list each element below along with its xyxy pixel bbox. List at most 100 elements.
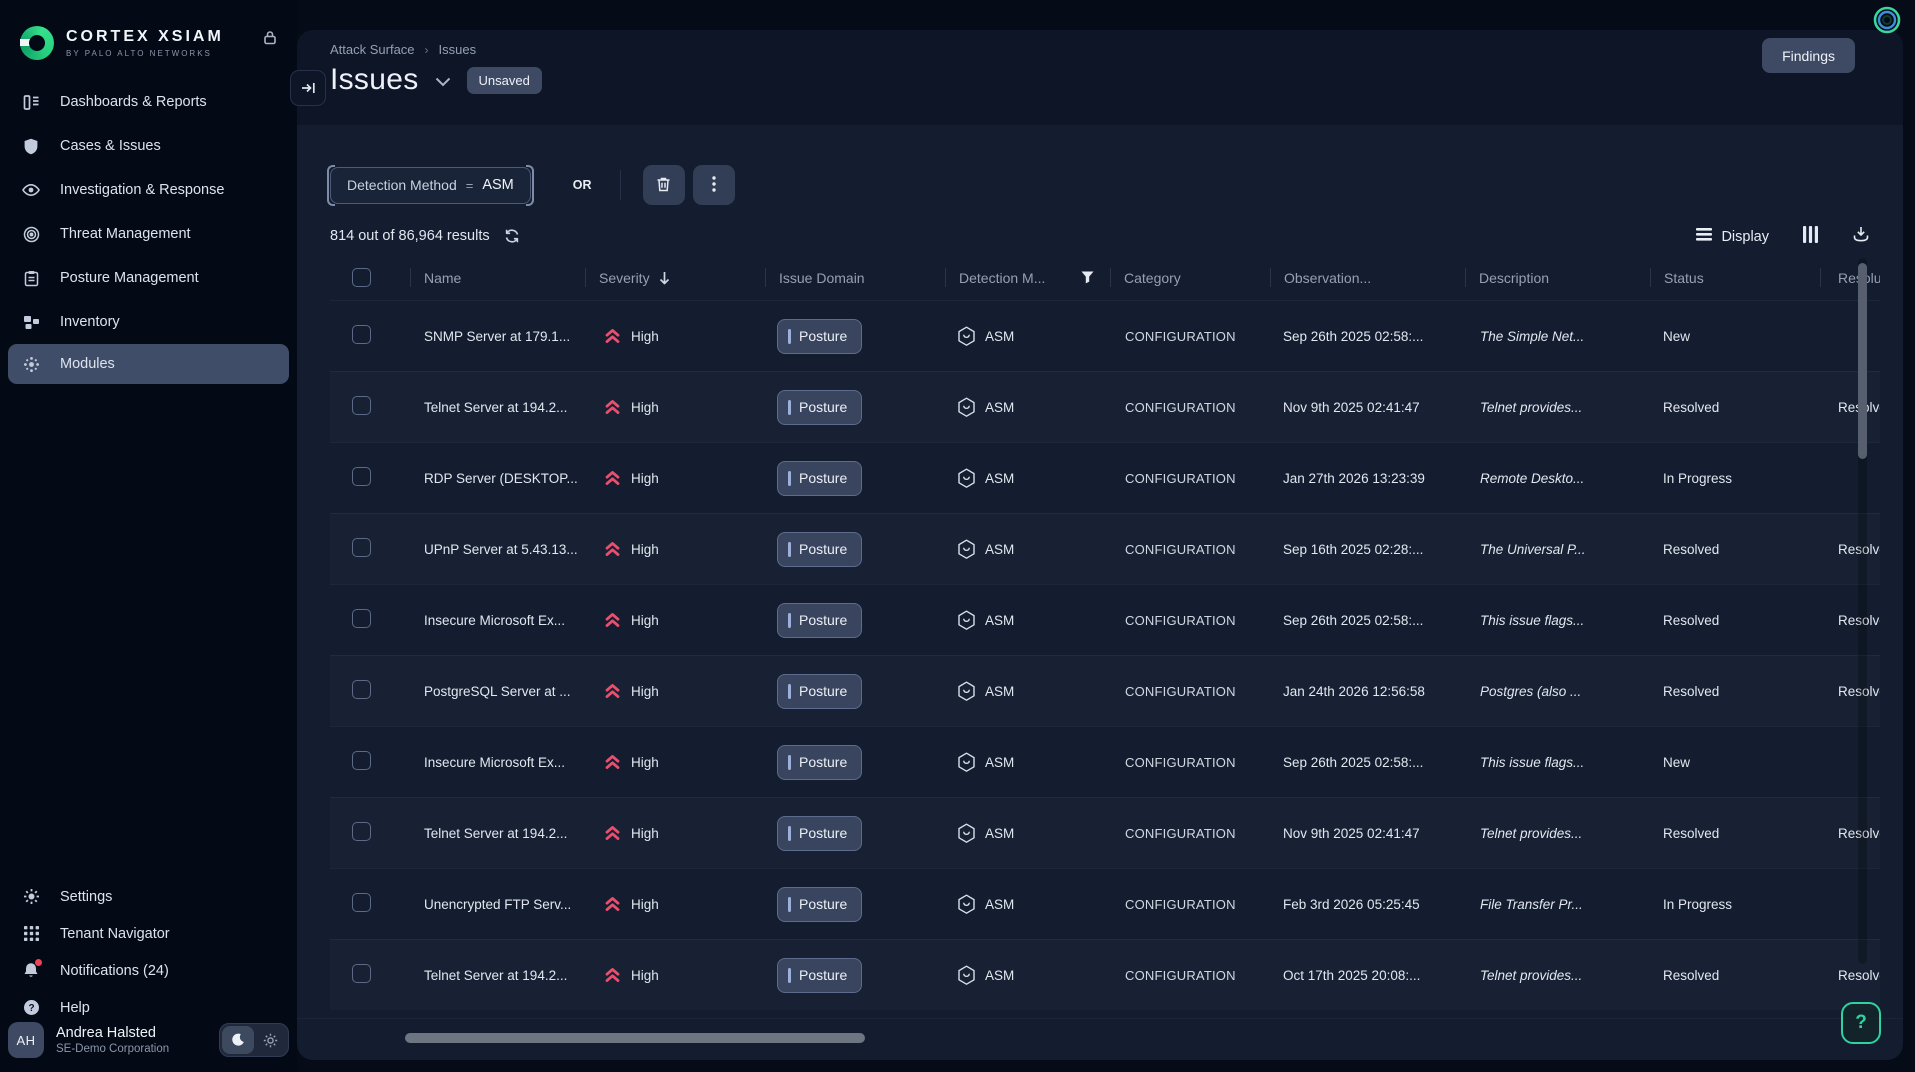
description-text: Postgres (also ... xyxy=(1480,684,1650,699)
column-header-category[interactable]: Category xyxy=(1110,255,1270,300)
sidebar-item-tenant-navigator[interactable]: Tenant Navigator xyxy=(0,915,297,952)
row-checkbox[interactable] xyxy=(352,751,371,770)
lock-icon xyxy=(263,30,277,50)
issue-name: RDP Server (DESKTOP... xyxy=(424,471,585,486)
filter-connector[interactable]: OR xyxy=(573,178,592,192)
severity-label: High xyxy=(631,684,659,699)
page-title: Issues xyxy=(330,63,419,97)
row-checkbox[interactable] xyxy=(352,893,371,912)
filter-field: Detection Method xyxy=(347,177,457,193)
theme-toggle[interactable] xyxy=(219,1023,289,1057)
horizontal-scrollbar-thumb[interactable] xyxy=(405,1033,865,1043)
filter-funnel-icon[interactable] xyxy=(1081,271,1094,284)
select-all-checkbox[interactable] xyxy=(352,268,371,287)
delete-filter-button[interactable] xyxy=(643,165,685,205)
breadcrumb-issues[interactable]: Issues xyxy=(439,42,477,57)
row-checkbox[interactable] xyxy=(352,822,371,841)
issue-name: PostgreSQL Server at ... xyxy=(424,684,585,699)
brand: CORTEX XSIAM BY PALO ALTO NETWORKS xyxy=(20,26,224,60)
status-label: New xyxy=(1663,329,1820,344)
row-checkbox[interactable] xyxy=(352,609,371,628)
refresh-icon[interactable] xyxy=(504,228,520,244)
asm-hexagon-icon xyxy=(957,965,976,986)
sidebar-item-help[interactable]: ? Help xyxy=(0,989,297,1026)
row-checkbox[interactable] xyxy=(352,396,371,415)
table-row[interactable]: SNMP Server at 179.1... High Posture ASM… xyxy=(330,300,1880,371)
vertical-scrollbar-thumb[interactable] xyxy=(1858,263,1867,459)
column-header-resolution[interactable]: Resolution xyxy=(1820,255,1880,300)
row-checkbox[interactable] xyxy=(352,325,371,344)
column-header-issue-domain[interactable]: Issue Domain xyxy=(765,255,945,300)
recorder-rings-icon xyxy=(1872,5,1902,40)
filter-value: ASM xyxy=(482,177,513,193)
asm-hexagon-icon xyxy=(957,823,976,844)
severity-label: High xyxy=(631,400,659,415)
column-header-name[interactable]: Name xyxy=(410,255,585,300)
sidebar-item-cases-issues[interactable]: Cases & Issues xyxy=(0,124,297,168)
table-row[interactable]: Insecure Microsoft Ex... High Posture AS… xyxy=(330,584,1880,655)
severity-high-icon xyxy=(604,541,621,557)
light-mode-sun-icon[interactable] xyxy=(254,1026,286,1054)
chevron-down-icon[interactable] xyxy=(435,74,451,92)
shield-alert-icon xyxy=(22,137,40,155)
table-row[interactable]: Telnet Server at 194.2... High Posture A… xyxy=(330,371,1880,442)
columns-button[interactable] xyxy=(1803,226,1818,248)
table-row[interactable]: Telnet Server at 194.2... High Posture A… xyxy=(330,939,1880,1010)
row-checkbox[interactable] xyxy=(352,538,371,557)
download-button[interactable] xyxy=(1852,225,1870,248)
row-checkbox[interactable] xyxy=(352,680,371,699)
description-text: This issue flags... xyxy=(1480,613,1650,628)
dark-mode-moon-icon[interactable] xyxy=(222,1026,254,1054)
severity-high-icon xyxy=(604,967,621,983)
collapse-panel-button[interactable] xyxy=(290,70,326,106)
column-header-detection-method[interactable]: Detection M... xyxy=(945,255,1110,300)
table-row[interactable]: Insecure Microsoft Ex... High Posture AS… xyxy=(330,726,1880,797)
observation-timestamp: Nov 9th 2025 02:41:47 xyxy=(1283,400,1465,415)
sidebar-item-modules[interactable]: Modules xyxy=(8,344,289,384)
table-row[interactable]: Telnet Server at 194.2... High Posture A… xyxy=(330,797,1880,868)
severity-label: High xyxy=(631,755,659,770)
table-row[interactable]: RDP Server (DESKTOP... High Posture ASM … xyxy=(330,442,1880,513)
category-label: CONFIGURATION xyxy=(1125,897,1270,912)
category-label: CONFIGURATION xyxy=(1125,471,1270,486)
avatar[interactable]: AH xyxy=(8,1022,44,1058)
user-row[interactable]: AH Andrea Halsted SE-Demo Corporation xyxy=(8,1022,289,1058)
issue-domain-badge: Posture xyxy=(777,887,862,922)
title-row: Issues Unsaved xyxy=(330,63,542,97)
table-row[interactable]: UPnP Server at 5.43.13... High Posture A… xyxy=(330,513,1880,584)
sidebar-item-dashboards-reports[interactable]: Dashboards & Reports xyxy=(0,80,297,124)
horizontal-scrollbar[interactable] xyxy=(297,1018,1903,1060)
sort-descending-icon[interactable] xyxy=(659,271,670,285)
column-header-severity[interactable]: Severity xyxy=(585,255,765,300)
detection-method-label: ASM xyxy=(985,400,1014,415)
filter-chip-detection-method[interactable]: Detection Method = ASM xyxy=(330,167,531,204)
sidebar-item-investigation-response[interactable]: Investigation & Response xyxy=(0,168,297,212)
detection-method-label: ASM xyxy=(985,897,1014,912)
help-circle-icon: ? xyxy=(22,999,40,1017)
sidebar-item-label: Notifications (24) xyxy=(60,963,169,979)
sidebar-item-inventory[interactable]: Inventory xyxy=(0,300,297,344)
help-fab-button[interactable]: ? xyxy=(1841,1002,1881,1044)
sidebar-item-posture-management[interactable]: Posture Management xyxy=(0,256,297,300)
table-row[interactable]: PostgreSQL Server at ... High Posture AS… xyxy=(330,655,1880,726)
breadcrumb-attack-surface[interactable]: Attack Surface xyxy=(330,42,415,57)
display-button[interactable]: Display xyxy=(1696,228,1769,245)
sidebar-item-threat-management[interactable]: Threat Management xyxy=(0,212,297,256)
app-root: CORTEX XSIAM BY PALO ALTO NETWORKS Dashb… xyxy=(0,0,1915,1072)
issue-domain-badge: Posture xyxy=(777,674,862,709)
vertical-scrollbar[interactable] xyxy=(1858,258,1867,964)
bell-icon xyxy=(22,962,40,980)
row-checkbox[interactable] xyxy=(352,467,371,486)
filter-more-options-button[interactable] xyxy=(693,165,735,205)
sidebar-item-notifications[interactable]: Notifications (24) xyxy=(0,952,297,989)
table-row[interactable]: Unencrypted FTP Serv... High Posture ASM… xyxy=(330,868,1880,939)
column-header-description[interactable]: Description xyxy=(1465,255,1650,300)
row-checkbox[interactable] xyxy=(352,964,371,983)
column-header-status[interactable]: Status xyxy=(1650,255,1820,300)
asm-hexagon-icon xyxy=(957,326,976,347)
severity-label: High xyxy=(631,471,659,486)
sidebar-item-settings[interactable]: Settings xyxy=(0,878,297,915)
findings-button[interactable]: Findings xyxy=(1762,38,1855,73)
issue-domain-label: Posture xyxy=(799,541,847,557)
column-header-observation[interactable]: Observation... xyxy=(1270,255,1465,300)
